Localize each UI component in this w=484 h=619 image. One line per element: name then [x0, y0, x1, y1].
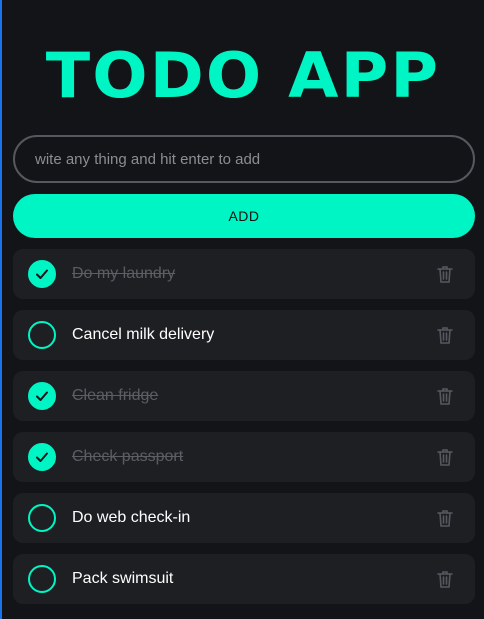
todo-app: TODO APP ADD Do my laundry Cancel milk d…	[0, 0, 484, 619]
complete-toggle[interactable]	[28, 382, 56, 410]
trash-icon[interactable]	[435, 508, 455, 528]
trash-icon[interactable]	[435, 264, 455, 284]
todo-item: Check passport	[13, 432, 475, 482]
todo-item: Do web check-in	[13, 493, 475, 543]
check-icon	[36, 391, 48, 401]
todo-item: Clean fridge	[13, 371, 475, 421]
todo-list: Do my laundry Cancel milk delivery Clean…	[13, 249, 475, 615]
complete-toggle[interactable]	[28, 260, 56, 288]
trash-icon[interactable]	[435, 447, 455, 467]
complete-toggle[interactable]	[28, 504, 56, 532]
todo-label: Pack swimsuit	[72, 570, 174, 587]
complete-toggle[interactable]	[28, 321, 56, 349]
todo-label: Do my laundry	[72, 265, 176, 282]
complete-toggle[interactable]	[28, 443, 56, 471]
complete-toggle[interactable]	[28, 565, 56, 593]
todo-item: Do my laundry	[13, 249, 475, 299]
todo-item: Cancel milk delivery	[13, 310, 475, 360]
trash-icon[interactable]	[435, 386, 455, 406]
todo-label: Clean fridge	[72, 387, 159, 404]
check-icon	[36, 269, 48, 279]
todo-input[interactable]	[13, 135, 475, 183]
page-title: TODO APP	[45, 39, 441, 112]
todo-label: Check passport	[72, 448, 184, 465]
add-button[interactable]: ADD	[13, 194, 475, 238]
trash-icon[interactable]	[435, 325, 455, 345]
todo-label: Do web check-in	[72, 509, 191, 526]
trash-icon[interactable]	[435, 569, 455, 589]
check-icon	[36, 452, 48, 462]
todo-label: Cancel milk delivery	[72, 326, 215, 343]
todo-item: Pack swimsuit	[13, 554, 475, 604]
